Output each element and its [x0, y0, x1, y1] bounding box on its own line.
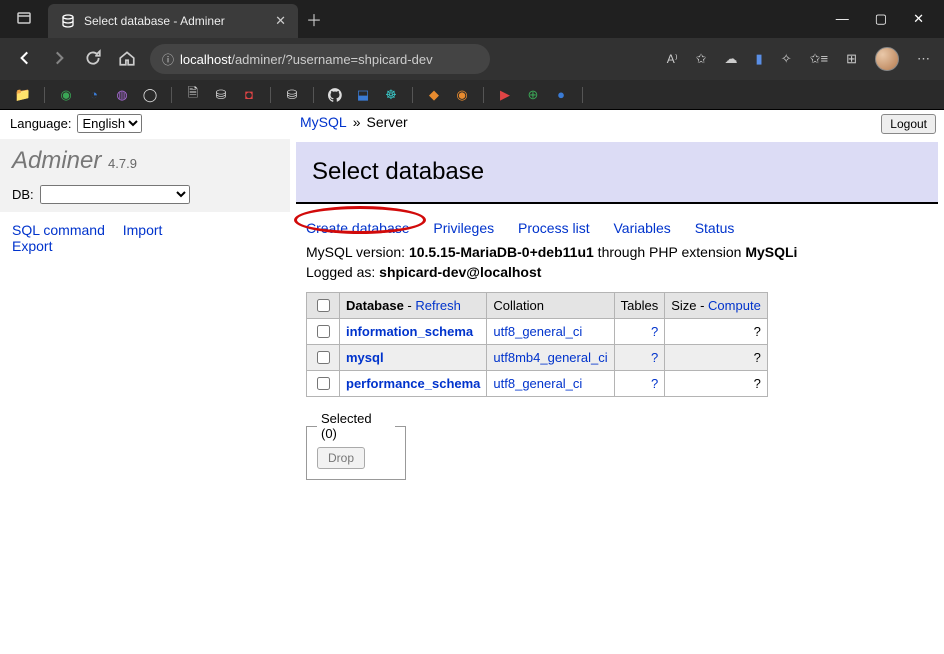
- logout-button[interactable]: Logout: [881, 114, 936, 134]
- db-name-link[interactable]: mysql: [346, 350, 384, 365]
- window-close-button[interactable]: ✕: [913, 11, 924, 27]
- bookmark-folder-icon[interactable]: 📁: [14, 86, 32, 104]
- extensions-icon[interactable]: ✧: [781, 51, 792, 67]
- refresh-button[interactable]: [82, 49, 104, 70]
- compute-link[interactable]: Compute: [708, 298, 761, 313]
- bookmark-icon[interactable]: ⛁: [212, 86, 230, 104]
- create-database-link[interactable]: Create database: [306, 220, 410, 236]
- db-label: DB:: [12, 187, 34, 202]
- table-row: mysql utf8mb4_general_ci ? ?: [307, 345, 768, 371]
- bookmark-icon[interactable]: ●: [552, 86, 570, 104]
- select-all-header: [307, 293, 340, 319]
- bookmark-icon[interactable]: ⛁: [283, 86, 301, 104]
- bookmark-icon[interactable]: ◍: [113, 86, 131, 104]
- language-select[interactable]: English: [77, 114, 142, 133]
- db-select[interactable]: [40, 185, 190, 204]
- favorite-icon[interactable]: ✩: [696, 51, 707, 67]
- status-link[interactable]: Status: [695, 220, 735, 236]
- process-list-link[interactable]: Process list: [518, 220, 590, 236]
- collation-header: Collation: [487, 293, 614, 319]
- collections-icon[interactable]: ⊞: [846, 51, 857, 67]
- new-tab-button[interactable]: ＋: [306, 7, 322, 31]
- main-content: MySQL » Server Logout Select database Cr…: [290, 110, 944, 559]
- bookmark-github-icon[interactable]: [326, 86, 344, 104]
- privileges-link[interactable]: Privileges: [433, 220, 494, 236]
- home-button[interactable]: [116, 49, 138, 70]
- page-title: Select database: [296, 142, 938, 204]
- tab-title: Select database - Adminer: [84, 14, 267, 28]
- tab-close-icon[interactable]: ✕: [275, 13, 286, 29]
- breadcrumb: MySQL » Server: [290, 110, 944, 134]
- collation-link[interactable]: utf8_general_ci: [493, 376, 582, 391]
- table-row: information_schema utf8_general_ci ? ?: [307, 319, 768, 345]
- size-cell: ?: [665, 319, 768, 345]
- bookmark-icon[interactable]: ◔: [85, 86, 103, 104]
- db-name-link[interactable]: information_schema: [346, 324, 473, 339]
- bookmark-icon[interactable]: ◘: [240, 86, 258, 104]
- site-info-icon[interactable]: ⓘ: [162, 51, 174, 68]
- selected-legend: Selected (0): [317, 411, 395, 441]
- read-aloud-icon[interactable]: A⁾: [667, 52, 678, 66]
- size-cell: ?: [665, 371, 768, 397]
- select-all-checkbox[interactable]: [317, 299, 330, 312]
- bookmark-icon[interactable]: 🗎: [184, 86, 202, 104]
- size-header: Size - Compute: [665, 293, 768, 319]
- url-text: localhost/adminer/?username=shpicard-dev: [180, 52, 433, 67]
- window-maximize-button[interactable]: ▢: [875, 11, 887, 27]
- tab-list-icon[interactable]: [16, 10, 32, 29]
- tables-link[interactable]: ?: [651, 324, 658, 339]
- bookmark-icon[interactable]: ▶: [496, 86, 514, 104]
- size-cell: ?: [665, 345, 768, 371]
- favorites-bar-icon[interactable]: ✩≡: [810, 51, 828, 67]
- app-icon[interactable]: ▮: [756, 51, 763, 67]
- breadcrumb-mysql[interactable]: MySQL: [300, 114, 347, 130]
- browser-tab-bar: Select database - Adminer ✕ ＋ ― ▢ ✕: [0, 0, 944, 38]
- logged-as-info: Logged as: shpicard-dev@localhost: [290, 262, 944, 282]
- sql-command-link[interactable]: SQL command: [12, 222, 105, 238]
- row-checkbox[interactable]: [317, 377, 330, 390]
- tab-favicon-icon: [60, 13, 76, 29]
- breadcrumb-server: Server: [366, 114, 407, 130]
- bookmark-icon[interactable]: ◉: [453, 86, 471, 104]
- bookmark-icon[interactable]: ◯: [141, 86, 159, 104]
- action-links: Create database Privileges Process list …: [290, 210, 944, 242]
- bookmark-icon[interactable]: ⬓: [354, 86, 372, 104]
- tables-link[interactable]: ?: [651, 376, 658, 391]
- tables-link[interactable]: ?: [651, 350, 658, 365]
- export-link[interactable]: Export: [12, 238, 52, 254]
- row-checkbox[interactable]: [317, 351, 330, 364]
- cloud-icon[interactable]: ☁: [725, 51, 738, 67]
- refresh-link[interactable]: Refresh: [415, 298, 461, 313]
- browser-toolbar: ⓘ localhost/adminer/?username=shpicard-d…: [0, 38, 944, 80]
- tables-header: Tables: [614, 293, 665, 319]
- version-info: MySQL version: 10.5.15-MariaDB-0+deb11u1…: [290, 242, 944, 262]
- db-name-link[interactable]: performance_schema: [346, 376, 480, 391]
- row-checkbox[interactable]: [317, 325, 330, 338]
- selected-fieldset: Selected (0) Drop: [306, 411, 406, 480]
- database-header: Database - Refresh: [340, 293, 487, 319]
- browser-tab[interactable]: Select database - Adminer ✕: [48, 4, 298, 38]
- bookmark-icon[interactable]: ☸: [382, 86, 400, 104]
- collation-link[interactable]: utf8mb4_general_ci: [493, 350, 607, 365]
- bookmarks-bar: 📁 ◉ ◔ ◍ ◯ 🗎 ⛁ ◘ ⛁ ⬓ ☸ ◆ ◉ ▶ ⊕ ●: [0, 80, 944, 110]
- window-minimize-button[interactable]: ―: [836, 11, 849, 27]
- import-link[interactable]: Import: [123, 222, 163, 238]
- drop-button[interactable]: Drop: [317, 447, 365, 469]
- adminer-logo: Adminer 4.7.9: [0, 139, 290, 177]
- profile-avatar[interactable]: [875, 47, 899, 71]
- language-label: Language:: [10, 116, 71, 131]
- variables-link[interactable]: Variables: [613, 220, 670, 236]
- collation-link[interactable]: utf8_general_ci: [493, 324, 582, 339]
- back-button[interactable]: [14, 49, 36, 70]
- more-menu-icon[interactable]: ⋯: [917, 51, 930, 67]
- bookmark-icon[interactable]: ◆: [425, 86, 443, 104]
- address-bar[interactable]: ⓘ localhost/adminer/?username=shpicard-d…: [150, 44, 490, 74]
- databases-table: Database - Refresh Collation Tables Size…: [306, 292, 768, 397]
- forward-button[interactable]: [48, 49, 70, 70]
- sidebar: Language: English Adminer 4.7.9 DB: SQL …: [0, 110, 290, 559]
- bookmark-icon[interactable]: ⊕: [524, 86, 542, 104]
- table-row: performance_schema utf8_general_ci ? ?: [307, 371, 768, 397]
- bookmark-icon[interactable]: ◉: [57, 86, 75, 104]
